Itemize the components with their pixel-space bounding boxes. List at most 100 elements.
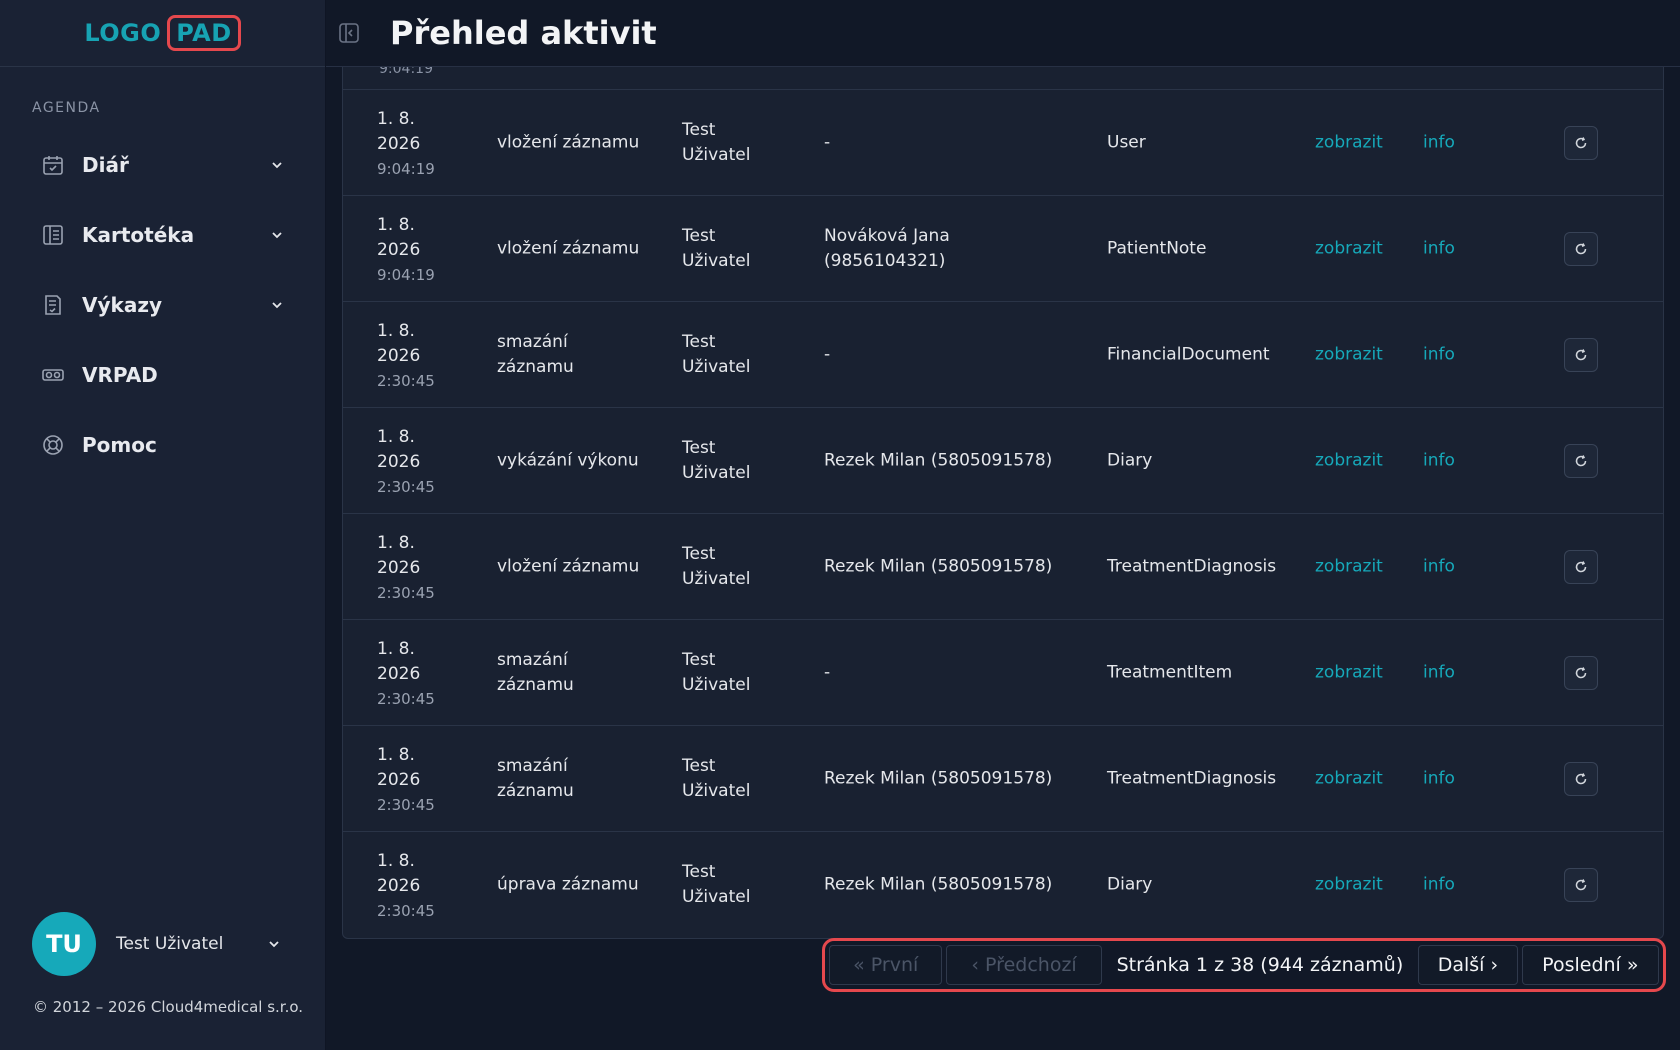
info-link[interactable]: info	[1423, 342, 1455, 367]
sidebar: LOGO PAD AGENDA Diář Kartotéka Výkazy VR…	[0, 0, 326, 1050]
info-link[interactable]: info	[1423, 660, 1455, 685]
refresh-icon	[1575, 879, 1587, 891]
sidebar-item-label: Pomoc	[82, 433, 157, 457]
table-row: 1. 8. 2026 2:30:45 smazání záznamu Test Uživ…	[343, 302, 1663, 408]
row-action: úprava záznamu	[497, 874, 639, 895]
sidebar-item-pomoc[interactable]: Pomoc	[0, 410, 325, 480]
view-link[interactable]: zobrazit	[1315, 660, 1383, 685]
row-entity: User	[1107, 132, 1146, 152]
card-file-icon	[40, 222, 66, 248]
row-action: vložení záznamu	[497, 238, 640, 258]
row-year: 2026	[377, 240, 421, 260]
report-icon	[40, 292, 66, 318]
next-page-button[interactable]: Další ›	[1418, 945, 1518, 985]
restore-button[interactable]	[1564, 761, 1598, 796]
row-year: 2026	[377, 664, 421, 684]
row-time: 9:04:19	[377, 160, 435, 178]
row-year: 2026	[377, 346, 421, 366]
row-user: Test Uživatel	[682, 543, 751, 589]
row-date: 1. 8.	[377, 851, 415, 871]
sidebar-item-vrpad[interactable]: VRPAD	[0, 340, 325, 410]
row-year: 2026	[377, 558, 421, 578]
table-row: 1. 8. 2026 9:04:19 vložení záznamu Test Uživ…	[343, 90, 1663, 196]
table-row: 1. 8. 2026 2:30:45 úprava záznamu Test Uživa…	[343, 832, 1663, 938]
table-row-partial: 9:04:19	[343, 67, 1663, 90]
view-link[interactable]: zobrazit	[1315, 342, 1383, 367]
restore-button[interactable]	[1564, 337, 1598, 372]
table-row: 1. 8. 2026 2:30:45 vykázání výkonu Test Uživ…	[343, 408, 1663, 514]
row-year: 2026	[377, 876, 421, 896]
page-title: Přehled aktivit	[390, 14, 657, 52]
lifebuoy-icon	[40, 432, 66, 458]
last-page-button[interactable]: Poslední »	[1521, 945, 1659, 985]
restore-button[interactable]	[1564, 868, 1598, 902]
refresh-icon	[1575, 136, 1587, 148]
logo-bar: LOGO PAD	[0, 0, 325, 67]
previous-page-button[interactable]: ‹ Předchozí	[946, 945, 1102, 985]
row-entity: FinancialDocument	[1107, 344, 1270, 364]
row-datetime: 1. 8. 2026 2:30:45	[377, 637, 487, 712]
table-row: 1. 8. 2026 9:04:19 vložení záznamu Test Uživ…	[343, 196, 1663, 302]
row-entity: TreatmentDiagnosis	[1107, 556, 1277, 576]
row-time: 2:30:45	[377, 478, 435, 496]
table-row: 1. 8. 2026 2:30:45 smazání záznamu Test Uživ…	[343, 620, 1663, 726]
row-time: 9:04:19	[377, 266, 435, 284]
sidebar-item-vykazy[interactable]: Výkazy	[0, 270, 325, 340]
logo[interactable]: LOGO PAD	[84, 15, 241, 51]
row-time: 9:04:19	[379, 67, 433, 77]
chevron-down-icon	[269, 157, 285, 173]
row-user: Test Uživatel	[682, 862, 751, 907]
restore-button[interactable]	[1564, 549, 1598, 584]
logo-text-logo: LOGO	[84, 19, 162, 47]
row-patient: Rezek Milan (5805091578)	[824, 874, 1053, 895]
row-datetime: 1. 8. 2026 9:04:19	[377, 213, 487, 288]
view-link[interactable]: zobrazit	[1315, 873, 1383, 898]
calendar-check-icon	[40, 152, 66, 178]
row-action: vykázání výkonu	[497, 450, 639, 470]
avatar: TU	[32, 912, 96, 976]
row-entity: Diary	[1107, 874, 1153, 895]
view-link[interactable]: zobrazit	[1315, 236, 1383, 261]
row-action: smazání záznamu	[497, 649, 574, 695]
row-datetime: 1. 8. 2026 9:04:19	[377, 107, 487, 182]
refresh-icon	[1575, 772, 1587, 784]
info-link[interactable]: info	[1423, 873, 1455, 898]
row-datetime: 1. 8. 2026 2:30:45	[377, 743, 487, 818]
pagination: « První ‹ Předchozí Stránka 1 z 38 (944 …	[822, 938, 1666, 992]
info-link[interactable]: info	[1423, 766, 1455, 791]
info-link[interactable]: info	[1423, 130, 1455, 155]
row-date: 1. 8.	[377, 639, 415, 659]
restore-button[interactable]	[1564, 125, 1598, 160]
row-date: 1. 8.	[377, 321, 415, 341]
copyright: © 2012 – 2026 Cloud4medical s.r.o.	[33, 998, 304, 1016]
row-year: 2026	[377, 452, 421, 472]
row-entity: TreatmentItem	[1107, 662, 1233, 682]
view-link[interactable]: zobrazit	[1315, 766, 1383, 791]
user-menu[interactable]: TU Test Uživatel	[32, 912, 282, 976]
sidebar-item-label: Výkazy	[82, 293, 162, 317]
row-patient: -	[824, 662, 831, 682]
activity-table: 9:04:19 1. 8. 2026 9:04:19 vložení záznamu T…	[342, 67, 1664, 939]
row-user: Test Uživatel	[682, 649, 751, 695]
sidebar-item-kartoteka[interactable]: Kartotéka	[0, 200, 325, 270]
row-time: 2:30:45	[377, 796, 435, 814]
sidebar-collapse-icon[interactable]	[336, 20, 362, 46]
first-page-button[interactable]: « První	[829, 945, 943, 985]
info-link[interactable]: info	[1423, 554, 1455, 579]
view-link[interactable]: zobrazit	[1315, 130, 1383, 155]
restore-button[interactable]	[1564, 443, 1598, 478]
view-link[interactable]: zobrazit	[1315, 448, 1383, 473]
row-date: 1. 8.	[377, 427, 415, 447]
row-entity: PatientNote	[1107, 238, 1207, 258]
restore-button[interactable]	[1564, 231, 1598, 266]
row-time: 2:30:45	[377, 584, 435, 602]
info-link[interactable]: info	[1423, 448, 1455, 473]
view-link[interactable]: zobrazit	[1315, 554, 1383, 579]
info-link[interactable]: info	[1423, 236, 1455, 261]
row-date: 1. 8.	[377, 215, 415, 235]
row-patient: Nováková Jana (9856104321)	[824, 225, 950, 271]
sidebar-item-diar[interactable]: Diář	[0, 130, 325, 200]
sidebar-nav: Diář Kartotéka Výkazy VRPAD Pomoc	[0, 130, 325, 480]
restore-button[interactable]	[1564, 655, 1598, 690]
row-patient: -	[824, 132, 831, 152]
